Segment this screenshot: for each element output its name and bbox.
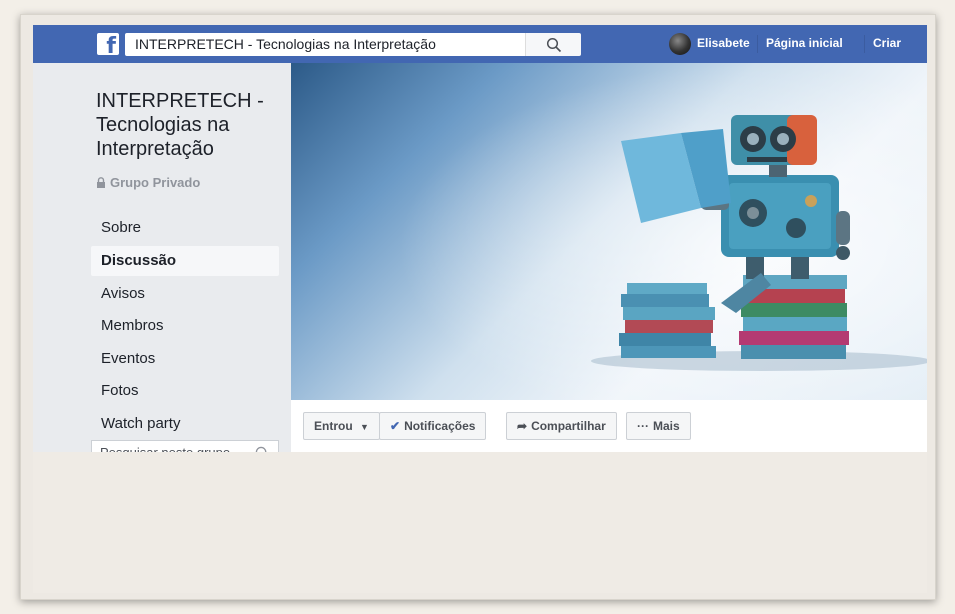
joined-button[interactable]: Entrou ▼ — [303, 412, 380, 440]
share-arrow-icon: ➦ — [517, 419, 528, 433]
avatar[interactable] — [669, 33, 691, 55]
notifications-label: Notificações — [404, 419, 476, 433]
divider — [864, 35, 865, 53]
top-bar: f INTERPRETECH - Tecnologias na Interpre… — [33, 25, 927, 63]
privacy-label: Grupo Privado — [96, 175, 200, 190]
group-sidebar: INTERPRETECH - Tecnologias na Interpreta… — [33, 63, 291, 466]
privacy-text: Grupo Privado — [110, 175, 201, 190]
robot-reading-illustration — [291, 63, 927, 400]
facebook-logo-icon[interactable]: f — [97, 33, 119, 58]
group-title[interactable]: INTERPRETECH - Tecnologias na Interpreta… — [96, 89, 286, 161]
browser-viewport: f INTERPRETECH - Tecnologias na Interpre… — [33, 25, 927, 593]
screenshot-frame: f INTERPRETECH - Tecnologias na Interpre… — [20, 14, 936, 600]
sidebar-item-label: Discussão — [101, 252, 177, 269]
sidebar-item-label: Watch party — [101, 415, 181, 432]
more-label: Mais — [653, 419, 680, 433]
share-label: Compartilhar — [531, 419, 606, 433]
search-button[interactable] — [525, 33, 581, 56]
search-icon — [546, 37, 562, 53]
sidebar-item-label: Avisos — [101, 285, 145, 302]
sidebar-item-avisos[interactable]: Avisos — [91, 279, 279, 309]
chevron-down-icon: ▼ — [360, 422, 369, 432]
lock-icon — [97, 177, 105, 188]
divider — [757, 35, 758, 53]
profile-link[interactable]: Elisabete — [697, 36, 750, 50]
sidebar-item-label: Eventos — [101, 350, 156, 367]
sidebar-item-fotos[interactable]: Fotos — [91, 376, 279, 406]
sidebar-item-eventos[interactable]: Eventos — [91, 344, 279, 374]
joined-label: Entrou — [314, 419, 353, 433]
sidebar-item-watch-party[interactable]: Watch party — [91, 409, 279, 439]
sidebar-item-discussao[interactable]: Discussão — [91, 246, 279, 276]
check-icon: ✔ — [390, 419, 401, 433]
more-button[interactable]: ··· Mais — [626, 412, 691, 440]
search-input[interactable]: INTERPRETECH - Tecnologias na Interpreta… — [125, 33, 525, 56]
share-button[interactable]: ➦ Compartilhar — [506, 412, 617, 440]
empty-area — [33, 452, 927, 593]
sidebar-item-label: Fotos — [101, 382, 139, 399]
home-link[interactable]: Página inicial — [766, 36, 843, 50]
sidebar-item-label: Sobre — [101, 219, 142, 236]
cover-photo[interactable] — [291, 63, 927, 400]
notifications-button[interactable]: ✔ Notificações — [379, 412, 487, 440]
sidebar-item-membros[interactable]: Membros — [91, 311, 279, 341]
sidebar-item-sobre[interactable]: Sobre — [91, 213, 279, 243]
create-link[interactable]: Criar — [873, 36, 901, 50]
sidebar-item-label: Membros — [101, 317, 164, 334]
group-action-bar: Entrou ▼ ✔ Notificações ➦ Compartilhar ···… — [291, 400, 927, 452]
more-dots-icon: ··· — [637, 419, 649, 433]
